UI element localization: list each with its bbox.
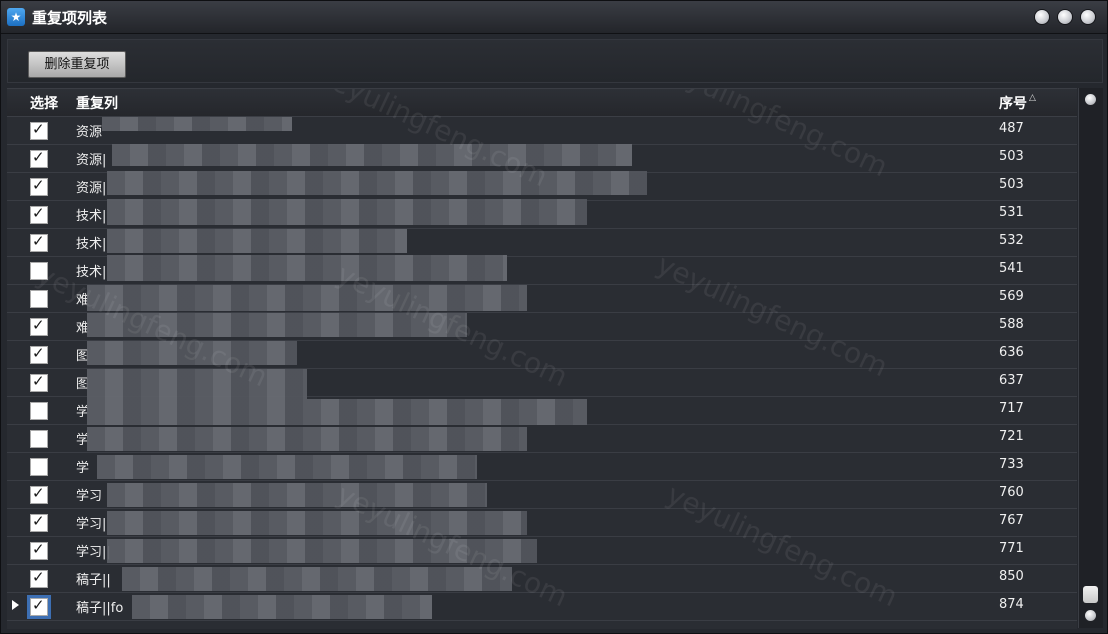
redacted-block (107, 539, 537, 563)
sequence-number: 874 (999, 597, 1024, 612)
redacted-block (102, 117, 292, 131)
select-checkbox[interactable]: ✓ (30, 316, 48, 336)
check-icon: ✓ (32, 540, 45, 558)
redacted-block (97, 455, 477, 479)
select-checkbox[interactable]: ✓ (30, 568, 48, 588)
select-checkbox[interactable]: ✓ (30, 512, 48, 532)
check-icon: ✓ (32, 232, 45, 250)
check-icon: ✓ (32, 512, 45, 530)
check-icon: ✓ (32, 344, 45, 362)
duplicates-grid[interactable]: 选择 重复列 序号△ ✓资源n.cc/487✓资源|m/503✓资源|jy.co… (7, 88, 1077, 629)
sort-ascending-icon: △ (1029, 93, 1036, 103)
close-button[interactable] (1081, 10, 1095, 24)
redacted-block (107, 483, 487, 507)
row-pointer-icon (12, 600, 19, 610)
select-checkbox[interactable] (30, 262, 48, 280)
check-icon: ✓ (32, 204, 45, 222)
check-icon: ✓ (32, 596, 45, 614)
duplicate-list-window: ★ 重复项列表 删除重复项 选择 重复列 序号△ ✓资源n.cc/487✓资源|… (0, 0, 1108, 634)
redacted-block (112, 144, 632, 166)
select-checkbox[interactable] (30, 290, 48, 308)
select-checkbox[interactable]: ✓ (30, 176, 48, 196)
redacted-block (87, 285, 527, 311)
scroll-down-button[interactable] (1085, 610, 1096, 621)
select-checkbox[interactable] (30, 458, 48, 476)
select-checkbox[interactable]: ✓ (30, 232, 48, 252)
sequence-number: 717 (999, 401, 1024, 416)
redacted-block (107, 229, 407, 253)
select-checkbox[interactable]: ✓ (30, 484, 48, 504)
redacted-block (107, 255, 507, 281)
sequence-number: 733 (999, 457, 1024, 472)
select-checkbox[interactable]: ✓ (30, 344, 48, 364)
redacted-block (87, 313, 467, 337)
check-icon: ✓ (32, 148, 45, 166)
title-bar: ★ 重复项列表 (1, 1, 1107, 34)
check-icon: ✓ (32, 176, 45, 194)
select-checkbox[interactable] (30, 402, 48, 420)
redacted-block (87, 369, 307, 399)
window-title: 重复项列表 (32, 9, 108, 27)
sequence-number: 637 (999, 373, 1024, 388)
sequence-number: 721 (999, 429, 1024, 444)
select-checkbox[interactable]: ✓ (30, 596, 48, 616)
select-checkbox[interactable]: ✓ (30, 120, 48, 140)
select-checkbox[interactable]: ✓ (30, 204, 48, 224)
delete-duplicates-button[interactable]: 删除重复项 (28, 51, 126, 78)
sequence-number: 588 (999, 317, 1024, 332)
sequence-number: 487 (999, 121, 1024, 136)
redacted-block (107, 199, 587, 225)
sequence-number: 503 (999, 177, 1024, 192)
sequence-number: 541 (999, 261, 1024, 276)
scroll-thumb[interactable] (1083, 586, 1098, 603)
redacted-block (87, 341, 297, 365)
check-icon: ✓ (32, 484, 45, 502)
sequence-number: 636 (999, 345, 1024, 360)
redacted-block (87, 427, 527, 451)
column-header-duplicate[interactable]: 重复列 (76, 93, 118, 113)
toolbar: 删除重复项 (7, 39, 1103, 83)
sequence-number: 771 (999, 541, 1024, 556)
column-header-select[interactable]: 选择 (30, 93, 58, 113)
app-star-icon: ★ (7, 8, 25, 26)
sequence-number: 503 (999, 149, 1024, 164)
select-checkbox[interactable]: ✓ (30, 540, 48, 560)
sequence-number: 850 (999, 569, 1024, 584)
check-icon: ✓ (32, 120, 45, 138)
sequence-number: 760 (999, 485, 1024, 500)
select-checkbox[interactable]: ✓ (30, 372, 48, 392)
redacted-block (132, 595, 432, 619)
sequence-number: 569 (999, 289, 1024, 304)
maximize-button[interactable] (1058, 10, 1072, 24)
select-checkbox[interactable]: ✓ (30, 148, 48, 168)
grid-header: 选择 重复列 序号 △ (7, 89, 1077, 117)
column-header-number-label: 序号 (999, 96, 1027, 112)
redacted-block (122, 567, 512, 591)
vertical-scrollbar[interactable] (1078, 88, 1103, 628)
redacted-block (87, 399, 587, 425)
column-header-number[interactable]: 序号 △ (999, 93, 1036, 113)
check-icon: ✓ (32, 568, 45, 586)
select-checkbox[interactable] (30, 430, 48, 448)
sequence-number: 532 (999, 233, 1024, 248)
check-icon: ✓ (32, 316, 45, 334)
minimize-button[interactable] (1035, 10, 1049, 24)
sequence-number: 531 (999, 205, 1024, 220)
scroll-up-button[interactable] (1085, 94, 1096, 105)
redacted-block (107, 511, 527, 535)
redacted-block (107, 171, 647, 195)
check-icon: ✓ (32, 372, 45, 390)
sequence-number: 767 (999, 513, 1024, 528)
